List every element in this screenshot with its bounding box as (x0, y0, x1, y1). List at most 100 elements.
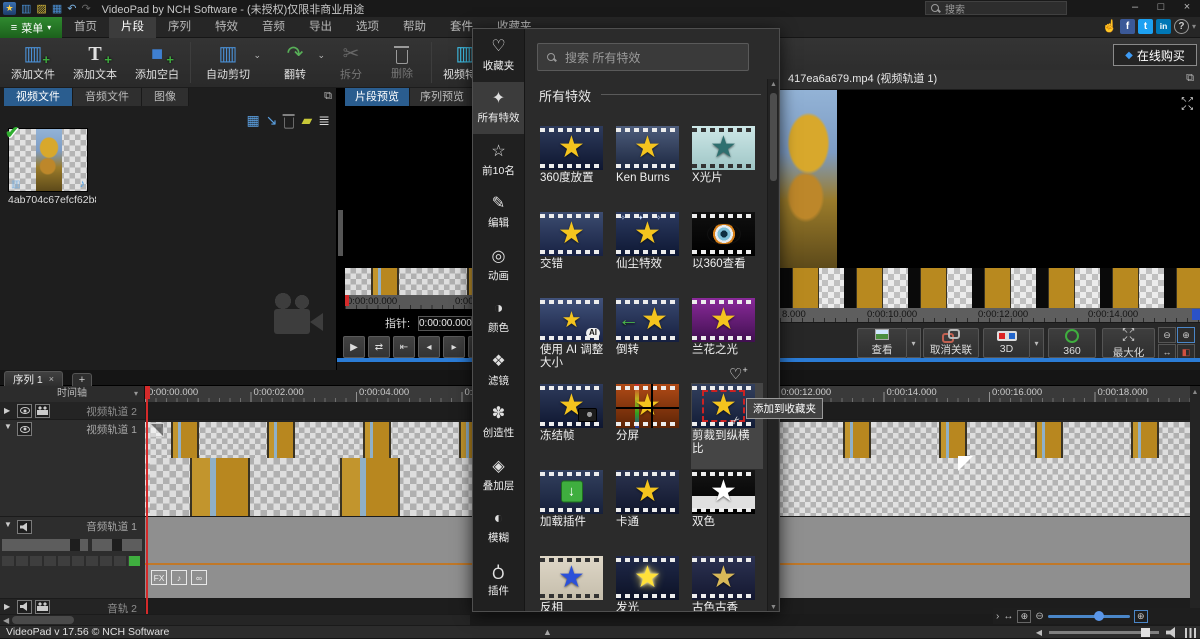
effects-category[interactable]: ❖ 滤镜 (473, 344, 524, 397)
effect-tile[interactable]: ★ 冻结帧 (539, 383, 611, 469)
audio-clip-badge[interactable]: ∞ (191, 570, 207, 585)
undo-icon[interactable]: ↶ (67, 3, 76, 15)
menu-tab[interactable]: 特效 (203, 17, 250, 38)
fullscreen-icon[interactable]: ↖↗ ↙↘ (1181, 96, 1194, 112)
minimize-button[interactable]: – (1122, 0, 1148, 16)
buy-online-button[interactable]: ◆ 在线购买 (1113, 44, 1197, 66)
zoom-in-icon[interactable]: ⊕ (1017, 610, 1031, 623)
clip-transition-marker[interactable] (958, 456, 973, 471)
effect-tile[interactable]: ★ 以360查看 (691, 211, 763, 297)
add-to-favorites-icon[interactable]: ♡+ (729, 365, 748, 383)
scroll-down-icon[interactable]: ▼ (768, 604, 779, 611)
zoom-out-icon[interactable]: ⊖ (1035, 611, 1043, 622)
menu-button[interactable]: ≡ 菜单 ▾ (0, 17, 62, 38)
mute-toggle[interactable] (17, 520, 32, 534)
effect-tile[interactable]: ★ 兰花之光 (691, 297, 763, 383)
close-tab-icon[interactable]: × (49, 374, 54, 384)
effects-category[interactable]: ☆ 前10名 (473, 134, 524, 187)
open-icon[interactable]: ▨ (36, 3, 46, 15)
axis-dropdown-icon[interactable]: ▾ (134, 386, 138, 402)
zoom-slider[interactable] (1048, 615, 1130, 618)
flip-caret-icon[interactable]: ⌄ (317, 50, 325, 61)
timeline-vscrollbar[interactable]: ▲ (1190, 386, 1200, 608)
3d-dropdown-arrow[interactable]: ▾ (1030, 328, 1044, 358)
effects-category[interactable]: ♡ 收藏夹 (473, 29, 524, 82)
menu-tab[interactable]: 选项 (344, 17, 391, 38)
new-sequence-tab[interactable]: + (72, 373, 92, 386)
volume-slider[interactable] (2, 539, 88, 551)
auto-cut-caret-icon[interactable]: ⌄ (253, 50, 261, 61)
save-project-icon[interactable]: ▦ (247, 112, 260, 128)
playhead-line[interactable] (146, 386, 148, 614)
effect-tile[interactable]: ★ 360度放置 (539, 125, 611, 211)
track-users-toggle[interactable] (35, 600, 50, 614)
list-view-icon[interactable]: ≣ (318, 112, 330, 128)
effects-category[interactable]: ✦ 所有特效 (473, 82, 524, 135)
effect-tile[interactable]: ★ 古色古香 (691, 555, 763, 612)
effect-tile[interactable]: ★ 卡通 (615, 469, 687, 555)
popout-icon[interactable]: ⧉ (324, 90, 332, 103)
search-input[interactable]: 搜索 (925, 1, 1067, 15)
collapse-icon[interactable]: ▼ (4, 422, 14, 431)
preview-tab[interactable]: 片段预览 (345, 88, 410, 106)
audio-clip-badge[interactable]: ♪ (171, 570, 187, 585)
expand-icon[interactable]: ▶ (4, 602, 14, 611)
effects-category[interactable]: ◎ 动画 (473, 239, 524, 292)
effect-tile[interactable]: ★ 双色 (691, 469, 763, 555)
sequence-tab[interactable]: 序列 1 × (4, 371, 63, 386)
video-viewport[interactable]: ↖↗ ↙↘ (780, 90, 1200, 268)
3d-button[interactable]: 3D (983, 328, 1030, 358)
preview-scroll-handle[interactable] (338, 210, 343, 256)
timeline-axis-header[interactable]: 时间轴 ▾ (0, 386, 145, 402)
sequence-filmstrip[interactable] (780, 268, 1200, 308)
menu-tab[interactable]: 导出 (297, 17, 344, 38)
slider-handle[interactable] (70, 539, 80, 551)
zoom-out-icon[interactable]: ⊖ (1158, 327, 1176, 343)
scrollbar-thumb[interactable] (770, 93, 777, 181)
close-button[interactable]: × (1174, 0, 1200, 16)
volume-slider[interactable] (1049, 631, 1159, 634)
mute-toggle[interactable] (17, 600, 32, 614)
clip-playhead-marker[interactable] (345, 295, 349, 306)
effect-tile[interactable]: ★ X光片 (691, 125, 763, 211)
loop-button[interactable]: ⇄ (368, 336, 390, 358)
speaker-icon[interactable] (1166, 627, 1178, 638)
menu-tab[interactable]: 片段 (109, 17, 156, 38)
pan-slider[interactable] (92, 539, 142, 551)
flip-button[interactable]: ↷ ⌄ 翻转 (263, 38, 327, 87)
pointer-value-field[interactable]: 0:00:00.000 (418, 316, 472, 331)
trash-icon[interactable] (285, 117, 295, 128)
media-tab[interactable]: 视频文件 (4, 88, 73, 106)
effects-category[interactable]: ✎ 编辑 (473, 187, 524, 240)
volume-left-icon[interactable]: ◀ (1036, 627, 1042, 639)
media-tab[interactable]: 音频文件 (73, 88, 142, 106)
media-tab[interactable]: 图像 (142, 88, 189, 106)
audio-clip-badge[interactable]: FX (151, 570, 167, 585)
volume-handle[interactable] (1141, 628, 1150, 637)
timeline-hscrollbar[interactable]: ◀ (0, 615, 470, 625)
add-text-button[interactable]: T + 添加文本 (64, 38, 126, 87)
effect-tile[interactable]: ★ Ken Burns (615, 125, 687, 211)
panel-collapse-icon[interactable]: ▲ (543, 627, 552, 637)
fit-width-icon[interactable]: ↔ (1003, 611, 1013, 622)
collapse-icon[interactable]: ▼ (4, 520, 14, 529)
effects-category[interactable]: ✽ 创造性 (473, 397, 524, 450)
expand-icon[interactable]: ▶ (4, 406, 14, 415)
step-forward-button[interactable]: ▸ (443, 336, 465, 358)
popout-icon[interactable]: ⧉ (1186, 72, 1194, 85)
menu-tab[interactable]: 音频 (250, 17, 297, 38)
visibility-toggle[interactable] (17, 404, 32, 418)
view-dropdown-arrow[interactable]: ▾ (907, 328, 921, 358)
add-blank-button[interactable]: ■ + 添加空白 (126, 38, 188, 87)
maximize-button[interactable]: □ (1148, 0, 1174, 16)
media-file-item[interactable]: ✔ ▥ ♪ 4ab704c67efcf62b8... (8, 128, 96, 206)
effect-tile[interactable]: ★ 反相 (539, 555, 611, 612)
linkedin-icon[interactable]: in (1156, 19, 1171, 34)
add-file-button[interactable]: ▥ + 添加文件 (2, 38, 64, 87)
effect-tile[interactable]: ★ 仙尘特效 (615, 211, 687, 297)
scroll-up-icon[interactable]: ▲ (768, 81, 779, 88)
maximize-preview-button[interactable]: ↖↗ ↙↘ 最大化 (1102, 328, 1155, 358)
effects-category[interactable]: ◐ 模糊 (473, 502, 524, 555)
export-icon[interactable]: ↘ (266, 112, 278, 128)
go-start-button[interactable]: ⇤ (393, 336, 415, 358)
